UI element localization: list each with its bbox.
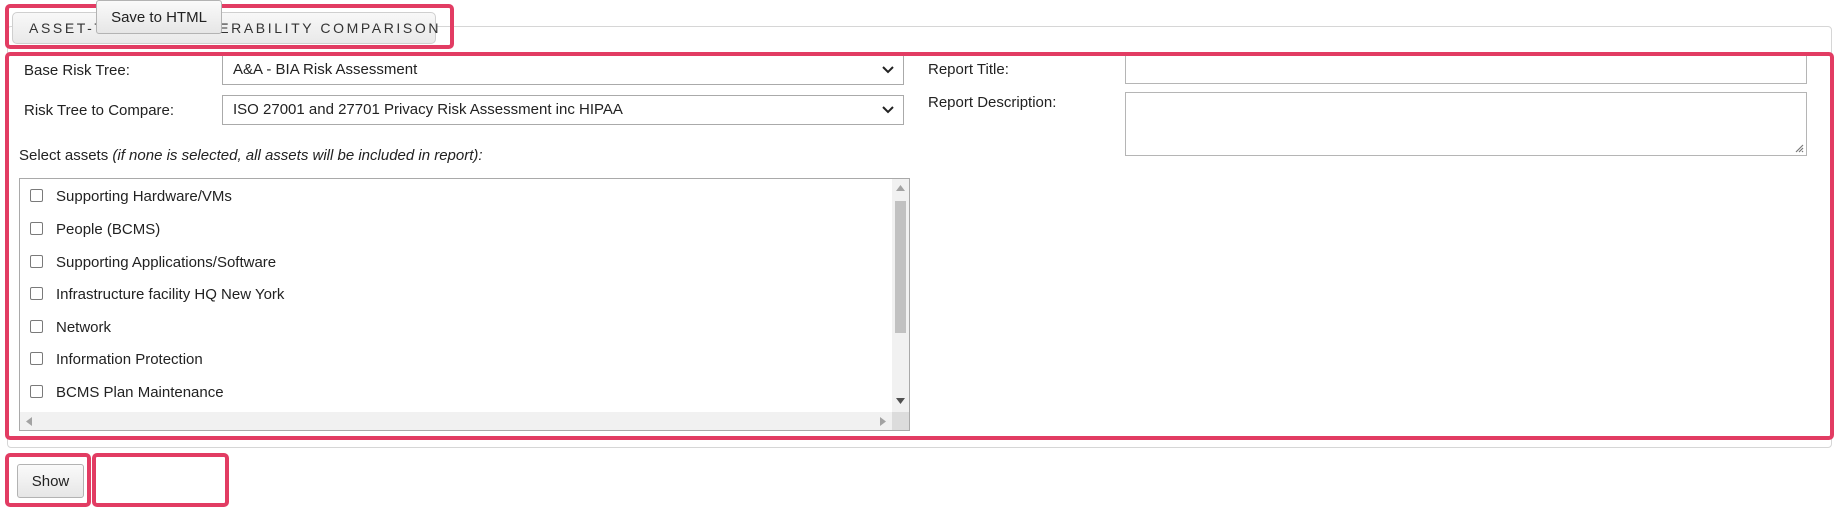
report-description-label: Report Description: (928, 94, 1057, 111)
chevron-down-icon (882, 106, 894, 114)
report-title-input[interactable] (1125, 55, 1807, 84)
scrollbar-corner (892, 412, 909, 430)
vertical-scroll-thumb[interactable] (895, 201, 906, 333)
report-title-label: Report Title: (928, 61, 1009, 78)
asset-label: Network (56, 319, 112, 336)
asset-label: Information Protection (56, 351, 203, 368)
report-description-textarea[interactable] (1125, 92, 1807, 156)
asset-checkbox[interactable] (30, 255, 43, 268)
chevron-down-icon (882, 66, 894, 74)
asset-label: Supporting Applications/Software (56, 254, 277, 271)
compare-tree-value: ISO 27001 and 27701 Privacy Risk Assessm… (233, 101, 623, 118)
asset-label: Infrastructure facility HQ New York (56, 286, 285, 303)
save-to-html-button[interactable]: Save to HTML (96, 0, 222, 34)
asset-label: People (BCMS) (56, 221, 161, 238)
select-assets-label: Select assets (if none is selected, all … (19, 147, 483, 164)
base-tree-select[interactable]: A&A - BIA Risk Assessment (222, 55, 904, 85)
select-assets-hint: (if none is selected, all assets will be… (112, 147, 483, 164)
asset-label: Supporting Hardware/VMs (56, 188, 232, 205)
select-assets-title: Select assets (19, 147, 109, 164)
asset-checkbox[interactable] (30, 222, 43, 235)
vertical-scrollbar[interactable] (892, 179, 909, 413)
show-button[interactable]: Show (17, 464, 84, 498)
scroll-down-icon[interactable] (896, 398, 905, 404)
scroll-right-icon[interactable] (880, 417, 886, 426)
compare-tree-select[interactable]: ISO 27001 and 27701 Privacy Risk Assessm… (222, 95, 904, 125)
base-tree-value: A&A - BIA Risk Assessment (233, 61, 418, 78)
resize-grip-icon[interactable] (1794, 143, 1804, 153)
horizontal-scrollbar[interactable] (20, 412, 892, 430)
save-highlight (92, 453, 229, 507)
compare-tree-label: Risk Tree to Compare: (24, 102, 175, 119)
asset-label: BCMS Plan Maintenance (56, 384, 224, 401)
base-tree-label: Base Risk Tree: (24, 62, 130, 79)
asset-list[interactable]: Supporting Hardware/VMs People (BCMS) Su… (19, 178, 910, 431)
asset-checkbox[interactable] (30, 287, 43, 300)
asset-checkbox[interactable] (30, 385, 43, 398)
scroll-up-icon[interactable] (896, 185, 905, 191)
asset-checkbox[interactable] (30, 352, 43, 365)
asset-checkbox[interactable] (30, 320, 43, 333)
scroll-left-icon[interactable] (26, 417, 32, 426)
section-legend: ASSET-THREAT-VULNERABILITY COMPARISON (12, 12, 438, 44)
asset-checkbox[interactable] (30, 189, 43, 202)
